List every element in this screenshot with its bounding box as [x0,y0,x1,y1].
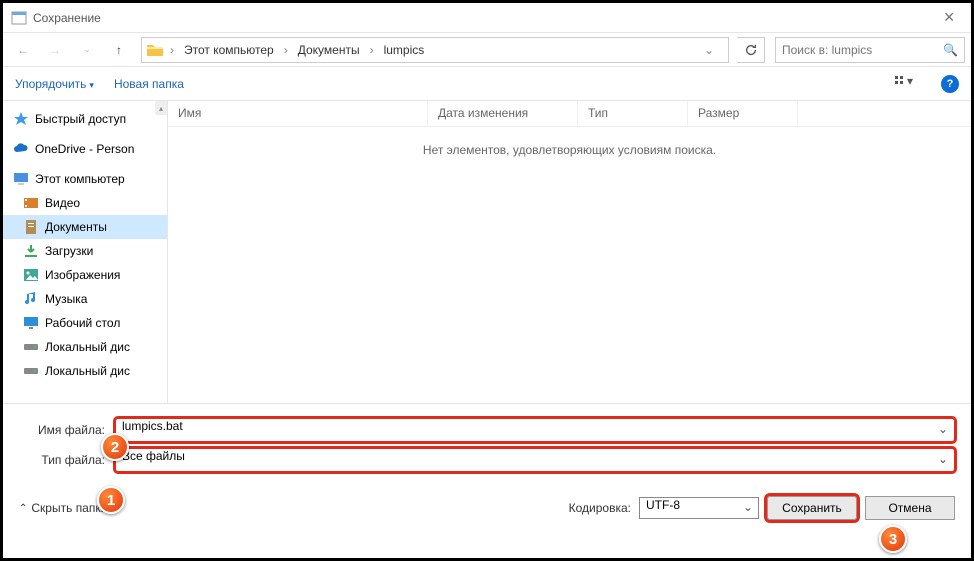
sidebar-item-documents[interactable]: Документы [3,215,167,239]
toolbar: Упорядочить Новая папка ▾ ? [3,67,971,101]
sidebar-item-label: Документы [45,220,107,234]
sidebar-item-label: Рабочий стол [45,316,120,330]
view-options-button[interactable]: ▾ [889,73,921,94]
up-button[interactable]: ↑ [105,36,133,64]
sidebar-item-label: OneDrive - Person [35,142,134,156]
hide-folders-button[interactable]: Скрыть папки [19,501,107,515]
desktop-icon [23,315,39,331]
close-icon[interactable]: ✕ [935,5,963,30]
music-icon [23,291,39,307]
recent-dropdown[interactable]: ⌄ [73,36,101,64]
chevron-right-icon[interactable]: › [166,43,178,57]
disk-icon [23,339,39,355]
save-button[interactable]: Сохранить [767,496,857,520]
chevron-right-icon[interactable]: › [366,43,378,57]
scroll-up-button[interactable]: ▴ [155,101,167,115]
filetype-label: Тип файла: [19,453,109,467]
titlebar: Сохранение ✕ [3,3,971,33]
sidebar-item-quick-access[interactable]: Быстрый доступ [3,107,167,131]
search-icon: 🔍 [943,43,958,57]
filename-value: lumpics.bat [122,419,183,433]
sidebar-item-label: Локальный дис [45,340,130,354]
sidebar-item-this-pc[interactable]: Этот компьютер [3,167,167,191]
sidebar-item-music[interactable]: Музыка [3,287,167,311]
save-fields: Имя файла: lumpics.bat Тип файла: Все фа… [3,403,971,486]
annotation-badge-3: 3 [879,525,907,553]
body: ▴ Быстрый доступ OneDrive - Person Этот … [3,101,971,403]
encoding-label: Кодировка: [569,501,631,515]
save-dialog: Сохранение ✕ ← → ⌄ ↑ › Этот компьютер › … [0,0,974,561]
search-input[interactable] [782,43,943,57]
column-size[interactable]: Размер [688,101,798,126]
breadcrumb[interactable]: › Этот компьютер › Документы › lumpics ⌄ [141,37,729,63]
encoding-value: UTF-8 [646,498,680,512]
sidebar-item-images[interactable]: Изображения [3,263,167,287]
breadcrumb-documents[interactable]: Документы [294,41,364,59]
sidebar-item-desktop[interactable]: Рабочий стол [3,311,167,335]
document-icon [23,219,39,235]
refresh-icon [744,43,758,57]
column-date[interactable]: Дата изменения [428,101,578,126]
cloud-icon [13,141,29,157]
breadcrumb-dropdown[interactable]: ⌄ [694,43,724,57]
empty-message: Нет элементов, удовлетворяющих условиям … [168,127,971,403]
app-icon [11,10,27,26]
annotation-badge-2: 2 [101,433,129,461]
organize-button[interactable]: Упорядочить [15,77,94,91]
filetype-select[interactable]: Все файлы [115,448,955,472]
help-button[interactable]: ? [941,75,959,93]
window-title: Сохранение [33,11,935,25]
sidebar-item-label: Быстрый доступ [35,112,126,126]
folder-icon [146,42,164,58]
sidebar-item-local-disk-d[interactable]: Локальный дис [3,359,167,383]
sidebar-item-downloads[interactable]: Загрузки [3,239,167,263]
file-list: Имя Дата изменения Тип Размер Нет элемен… [168,101,971,403]
breadcrumb-lumpics[interactable]: lumpics [380,41,429,59]
sidebar-item-video[interactable]: Видео [3,191,167,215]
filename-label: Имя файла: [19,423,109,437]
chevron-right-icon[interactable]: › [280,43,292,57]
star-icon [13,111,29,127]
filetype-value: Все файлы [122,449,185,463]
refresh-button[interactable] [737,37,765,63]
video-icon [23,195,39,211]
filename-input[interactable]: lumpics.bat [115,418,955,442]
back-button[interactable]: ← [9,36,37,64]
sidebar-item-label: Музыка [45,292,87,306]
pc-icon [13,171,29,187]
cancel-button[interactable]: Отмена [865,496,955,520]
disk-icon [23,363,39,379]
sidebar-item-label: Загрузки [45,244,93,258]
sidebar: ▴ Быстрый доступ OneDrive - Person Этот … [3,101,168,403]
sidebar-item-label: Изображения [45,268,120,282]
forward-button: → [41,36,69,64]
navbar: ← → ⌄ ↑ › Этот компьютер › Документы › l… [3,33,971,67]
search-box[interactable]: 🔍 [775,37,965,63]
sidebar-item-label: Локальный дис [45,364,130,378]
dialog-footer: Скрыть папки Кодировка: UTF-8 Сохранить … [3,486,971,528]
sidebar-item-local-disk-c[interactable]: Локальный дис [3,335,167,359]
column-name[interactable]: Имя [168,101,428,126]
svg-text:▾: ▾ [907,75,913,88]
sidebar-item-label: Этот компьютер [35,172,125,186]
new-folder-button[interactable]: Новая папка [114,77,184,91]
column-type[interactable]: Тип [578,101,688,126]
sidebar-item-onedrive[interactable]: OneDrive - Person [3,137,167,161]
annotation-badge-1: 1 [97,486,125,514]
breadcrumb-root[interactable]: Этот компьютер [180,41,278,59]
image-icon [23,267,39,283]
encoding-select[interactable]: UTF-8 [639,497,759,519]
sidebar-item-label: Видео [45,196,80,210]
column-headers: Имя Дата изменения Тип Размер [168,101,971,127]
download-icon [23,243,39,259]
